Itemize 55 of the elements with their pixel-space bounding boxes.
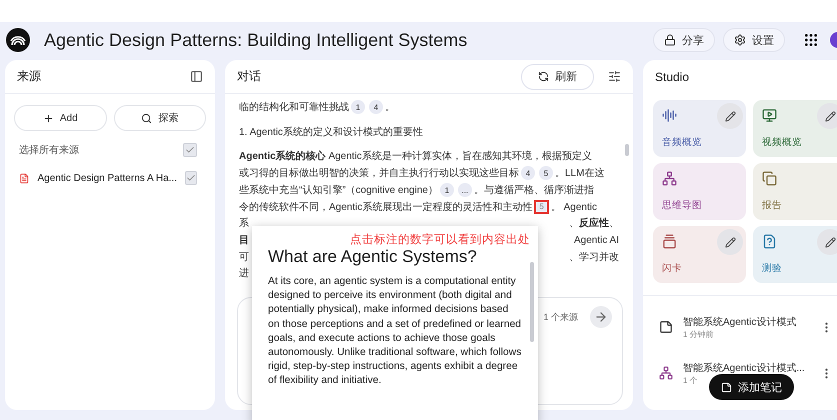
card-label: 视频概览 bbox=[762, 136, 803, 149]
paragraph-text: Agentic系统的核心 Agentic系统是一种计算实体，旨在感知其环境，根据预定义 bbox=[239, 151, 592, 162]
note-time: 1 个 bbox=[683, 374, 699, 386]
citation-chip[interactable]: 4 bbox=[521, 166, 535, 180]
citation-chip[interactable]: 1 bbox=[440, 183, 454, 198]
paragraph-text: 些系统中充当“认知引擎”（cognitive engine） bbox=[239, 184, 438, 196]
add-source-button[interactable]: Add bbox=[14, 105, 106, 131]
section-heading: 1. Agentic系统的定义和设计模式的重要性 bbox=[239, 126, 423, 138]
card-label: 思维导图 bbox=[662, 199, 703, 212]
paragraph-text: 。LLM在这 bbox=[555, 168, 604, 180]
citation-chip[interactable]: 4 bbox=[369, 100, 383, 114]
card-label: 闪卡 bbox=[662, 262, 683, 275]
notebook-title: Agentic Design Patterns: Building Intelligent Systems bbox=[44, 30, 468, 50]
paragraph-text: 令的传统软件不同，Agentic系统展现出一定程度的灵活性和主动性 bbox=[239, 202, 532, 213]
paragraph-text: 。 bbox=[385, 102, 395, 113]
studio-card[interactable]: 音频概览 bbox=[653, 100, 746, 157]
popup-title: What are Agentic Systems? bbox=[268, 247, 478, 267]
paragraph-text: 可 bbox=[239, 250, 249, 265]
studio-card[interactable]: 报告 bbox=[753, 163, 837, 220]
select-all-label: 选择所有来源 bbox=[19, 144, 79, 157]
paragraph-text: 。与遵循严格、循序渐进指 bbox=[474, 184, 594, 196]
citation-chip[interactable]: 1 bbox=[351, 100, 365, 114]
paragraph-text: Agentic AI bbox=[574, 234, 619, 248]
paragraph-text: 。 Agentic bbox=[550, 202, 597, 213]
annotation-text: 点击标注的数字可以看到内容出处 bbox=[349, 232, 530, 247]
share-button[interactable]: 分享 bbox=[653, 28, 715, 52]
paragraph-text: 或习得的目标做出明智的决策，并自主执行行动以实现这些目标 bbox=[239, 168, 519, 180]
discover-button[interactable]: 探索 bbox=[114, 105, 206, 131]
panel-title: 来源 bbox=[17, 68, 41, 85]
paragraph-text: 进 bbox=[239, 266, 249, 282]
note-title[interactable]: 智能系统Agentic设计模式 bbox=[683, 314, 810, 328]
studio-card[interactable]: 测验 bbox=[753, 226, 837, 283]
studio-card[interactable]: 思维导图 bbox=[653, 163, 746, 220]
note-time: 1 分钟前 bbox=[683, 328, 715, 340]
paragraph-text: 、反应性、 bbox=[569, 216, 619, 232]
paragraph-text: 目 bbox=[239, 234, 249, 248]
refresh-button[interactable]: 刷新 bbox=[521, 64, 594, 90]
card-label: 测验 bbox=[762, 262, 783, 275]
note-title[interactable]: 智能系统Agentic设计模式... bbox=[683, 360, 810, 374]
studio-card[interactable]: 视频概览 bbox=[753, 100, 837, 157]
studio-card[interactable]: 闪卡 bbox=[653, 226, 746, 283]
panel-title: Studio bbox=[655, 70, 690, 84]
citation-chip[interactable]: 5 bbox=[539, 166, 553, 180]
paragraph-text: 临的结构化和可靠性挑战 bbox=[239, 102, 349, 113]
citation-chip[interactable]: ... bbox=[458, 183, 472, 198]
panel-title: 对话 bbox=[237, 68, 261, 85]
source-count: 1 个来源 bbox=[543, 310, 578, 324]
paragraph-text: 、学习并改 bbox=[569, 250, 619, 265]
settings-button[interactable]: 设置 bbox=[723, 28, 785, 52]
add-note-button[interactable]: 添加笔记 bbox=[709, 374, 794, 400]
card-label: 音频概览 bbox=[662, 136, 703, 149]
card-label: 报告 bbox=[762, 199, 783, 212]
popup-body-text: At its core, an agentic system is a computational entity designed to perceive its environment (both digital and potentially physical), make informed decisions based on those perceptions and a set of predefined or learned goals, and execute actions to achieve those goals autonomously. Unlike traditional software, which follows rigid, step-by-step instructions, agents exhibit a degree of flexibility and initiative. bbox=[268, 275, 522, 388]
source-name[interactable]: Agentic Design Patterns A Ha... bbox=[37, 172, 177, 184]
paragraph-text: 系 bbox=[239, 216, 249, 232]
